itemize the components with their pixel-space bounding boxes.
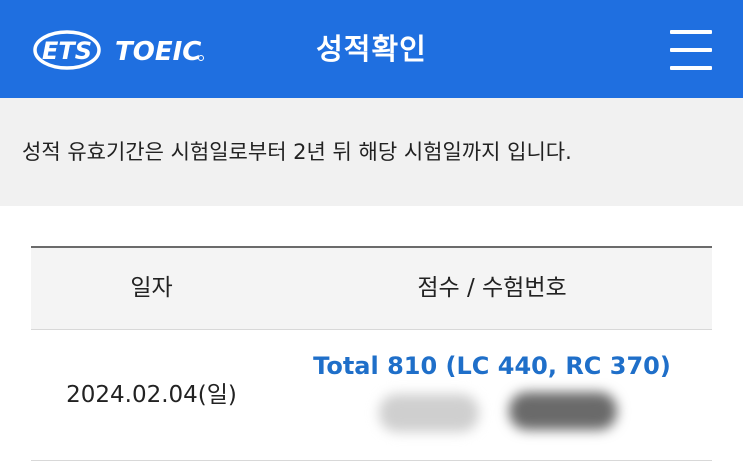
menu-bar-bottom (670, 66, 712, 70)
column-header-score: 점수 / 수험번호 (417, 275, 567, 301)
column-header-date: 일자 (130, 275, 173, 301)
ets-toeic-logo-graphic: ETS TOEIC (33, 30, 204, 70)
exam-date: 2024.02.04(일) (66, 382, 237, 408)
menu-bar-middle (670, 48, 712, 52)
app-header: ETS TOEIC 성적확인 (0, 0, 743, 98)
redacted-exam-number-part-1 (379, 394, 479, 432)
score-validity-notice: 성적 유효기간은 시험일로부터 2년 뒤 해당 시험일까지 입니다. (22, 140, 572, 164)
menu-bar-top (670, 30, 712, 34)
redacted-exam-number-part-2 (509, 392, 617, 430)
hamburger-menu-icon[interactable] (664, 24, 720, 76)
table-row: 2024.02.04(일) Total 810 (LC 440, RC 370) (31, 330, 712, 461)
svg-text:TOEIC: TOEIC (115, 37, 201, 67)
score-table-header: 일자 점수 / 수험번호 (31, 248, 712, 330)
svg-text:ETS: ETS (42, 37, 92, 65)
score-link[interactable]: Total 810 (LC 440, RC 370) (272, 352, 712, 380)
ets-toeic-logo[interactable]: ETS TOEIC (33, 28, 213, 72)
